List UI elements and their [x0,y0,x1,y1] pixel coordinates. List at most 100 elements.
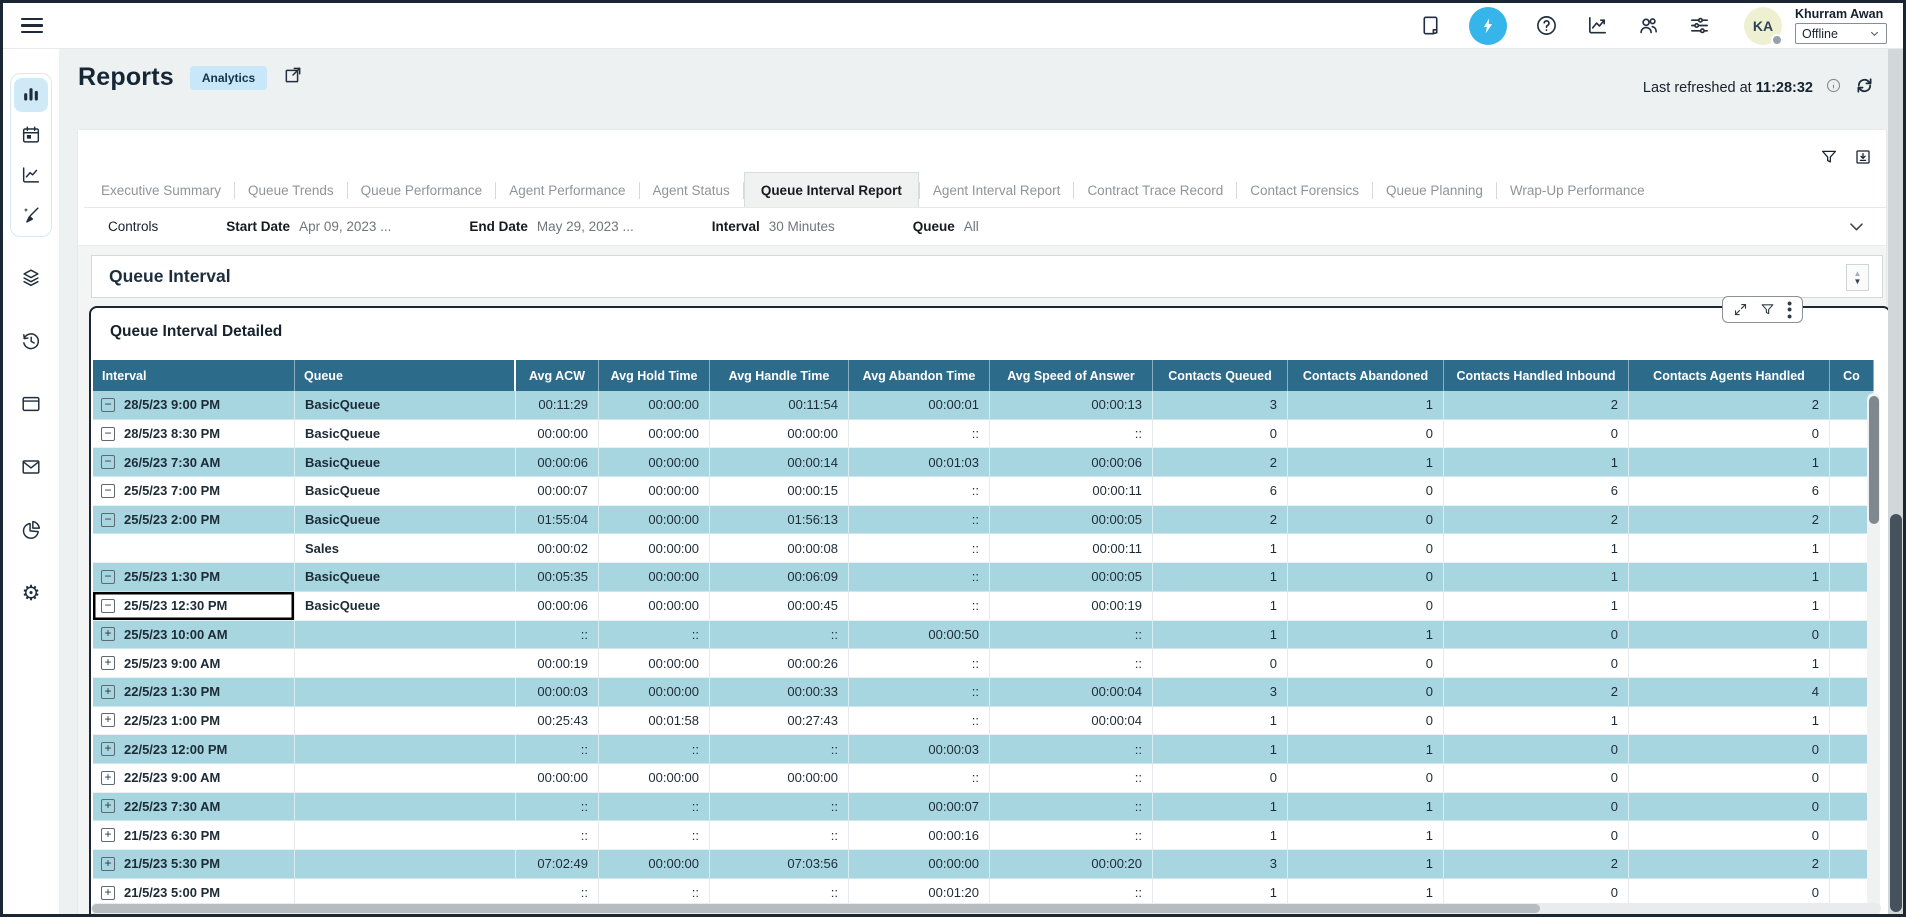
tab-agent-performance[interactable]: Agent Performance [496,174,638,207]
interval-cell[interactable]: +21/5/23 5:30 PM [93,850,295,879]
control-queue[interactable]: QueueAll [913,219,979,234]
column-header-avg-acw[interactable]: Avg ACW [516,360,599,391]
spinner-down-icon[interactable]: ▼ [1854,278,1862,286]
interval-cell[interactable]: −28/5/23 8:30 PM [93,420,295,449]
sidebar-item-trends[interactable] [14,158,48,192]
control-interval[interactable]: Interval30 Minutes [712,219,835,234]
interval-cell[interactable]: −25/5/23 7:00 PM [93,477,295,506]
expand-row-icon[interactable]: + [101,857,115,871]
sidebar-item-workspace[interactable] [18,391,44,417]
flash-icon[interactable] [1469,7,1507,45]
tab-agent-status[interactable]: Agent Status [640,174,743,207]
column-header-contacts-handled-inbound[interactable]: Contacts Handled Inbound [1444,360,1629,391]
info-icon[interactable] [1825,77,1842,98]
expand-row-icon[interactable]: + [101,627,115,641]
tab-queue-trends[interactable]: Queue Trends [235,174,347,207]
interval-cell[interactable]: +22/5/23 9:00 AM [93,764,295,793]
collapse-row-icon[interactable]: − [101,570,115,584]
tab-contract-trace-record[interactable]: Contract Trace Record [1074,174,1236,207]
expand-icon[interactable] [1733,302,1748,317]
avatar[interactable]: KA [1744,7,1782,45]
users-icon[interactable] [1636,14,1660,38]
tab-agent-interval-report[interactable]: Agent Interval Report [920,174,1074,207]
collapse-row-icon[interactable]: − [101,484,115,498]
menu-icon[interactable] [21,18,43,34]
tab-queue-planning[interactable]: Queue Planning [1373,174,1496,207]
scrollbar-thumb[interactable] [1869,396,1879,524]
interval-cell[interactable]: −26/5/23 7:30 AM [93,448,295,477]
page-scrollbar[interactable] [1888,6,1903,914]
interval-cell[interactable]: −25/5/23 1:30 PM [93,563,295,592]
tab-queue-performance[interactable]: Queue Performance [348,174,496,207]
horizontal-scrollbar[interactable] [91,903,1881,914]
column-header-contacts-queued[interactable]: Contacts Queued [1153,360,1288,391]
interval-cell[interactable]: +25/5/23 10:00 AM [93,621,295,650]
tab-executive-summary[interactable]: Executive Summary [88,174,234,207]
collapse-row-icon[interactable]: − [101,427,115,441]
column-header-avg-handle-time[interactable]: Avg Handle Time [710,360,849,391]
section-spinner[interactable]: ▲ ▼ [1846,264,1869,291]
column-header-avg-hold-time[interactable]: Avg Hold Time [599,360,710,391]
expand-row-icon[interactable]: + [101,742,115,756]
status-select[interactable]: Offline [1795,23,1887,44]
filter-icon[interactable] [1760,302,1775,317]
column-header-avg-abandon-time[interactable]: Avg Abandon Time [849,360,990,391]
interval-cell[interactable] [93,534,295,563]
interval-cell[interactable]: +22/5/23 1:00 PM [93,707,295,736]
tab-contact-forensics[interactable]: Contact Forensics [1237,174,1372,207]
column-header-avg-speed-of-answer[interactable]: Avg Speed of Answer [990,360,1153,391]
sidebar-item-layers[interactable] [18,265,44,291]
collapse-row-icon[interactable]: − [101,398,115,412]
column-header-co[interactable]: Co [1830,360,1874,391]
interval-cell[interactable]: −25/5/23 2:00 PM [93,506,295,535]
expand-row-icon[interactable]: + [101,713,115,727]
control-start-date[interactable]: Start DateApr 09, 2023 ... [226,219,391,234]
sidebar-item-design[interactable] [14,198,48,232]
sidebar-item-history[interactable] [18,328,44,354]
filter-icon[interactable] [1820,148,1838,166]
collapse-row-icon[interactable]: − [101,455,115,469]
interval-cell[interactable]: +21/5/23 6:30 PM [93,821,295,850]
interval-cell[interactable]: +25/5/23 9:00 AM [93,649,295,678]
expand-row-icon[interactable]: + [101,771,115,785]
value-cell: :: [849,534,990,563]
expand-row-icon[interactable]: + [101,886,115,900]
interval-cell[interactable]: −28/5/23 9:00 PM [93,391,295,420]
expand-row-icon[interactable]: + [101,656,115,670]
help-icon[interactable] [1534,14,1558,38]
control-value: 30 Minutes [769,219,835,234]
sliders-icon[interactable] [1687,14,1711,38]
table-vertical-scrollbar[interactable] [1867,393,1880,917]
refresh-icon[interactable] [1854,75,1875,100]
interval-cell[interactable]: +22/5/23 12:00 PM [93,735,295,764]
note-icon[interactable] [1418,14,1442,38]
column-header-queue[interactable]: Queue [295,360,516,391]
column-header-interval[interactable]: Interval [93,360,295,391]
control-end-date[interactable]: End DateMay 29, 2023 ... [469,219,633,234]
expand-row-icon[interactable]: + [101,799,115,813]
column-header-contacts-agents-handled[interactable]: Contacts Agents Handled [1629,360,1830,391]
collapse-row-icon[interactable]: − [101,513,115,527]
expand-row-icon[interactable]: + [101,685,115,699]
controls-fields: Start DateApr 09, 2023 ... End DateMay 29… [226,219,979,234]
sidebar-item-mail[interactable] [18,454,44,480]
column-header-contacts-abandoned[interactable]: Contacts Abandoned [1288,360,1444,391]
external-link-icon[interactable] [283,65,303,90]
tab-queue-interval-report[interactable]: Queue Interval Report [744,172,919,207]
scrollbar-thumb[interactable] [92,904,1540,913]
expand-row-icon[interactable]: + [101,828,115,842]
kebab-menu-icon[interactable]: ••• [1787,300,1792,319]
interval-cell[interactable]: +22/5/23 1:30 PM [93,678,295,707]
collapse-row-icon[interactable]: − [101,599,115,613]
sidebar-item-reports[interactable] [14,78,48,112]
interval-cell[interactable]: +22/5/23 7:30 AM [93,793,295,822]
interval-cell[interactable]: −25/5/23 12:30 PM [93,592,295,621]
sidebar-item-settings[interactable]: ⚙ [18,580,44,606]
scrollbar-thumb[interactable] [1890,514,1902,912]
tab-wrap-up-performance[interactable]: Wrap-Up Performance [1497,174,1658,207]
sidebar-item-calendar[interactable] [14,118,48,152]
controls-collapse-icon[interactable] [1847,217,1866,239]
sidebar-item-analytics[interactable] [18,517,44,543]
metrics-icon[interactable] [1585,14,1609,38]
download-icon[interactable] [1854,148,1872,166]
